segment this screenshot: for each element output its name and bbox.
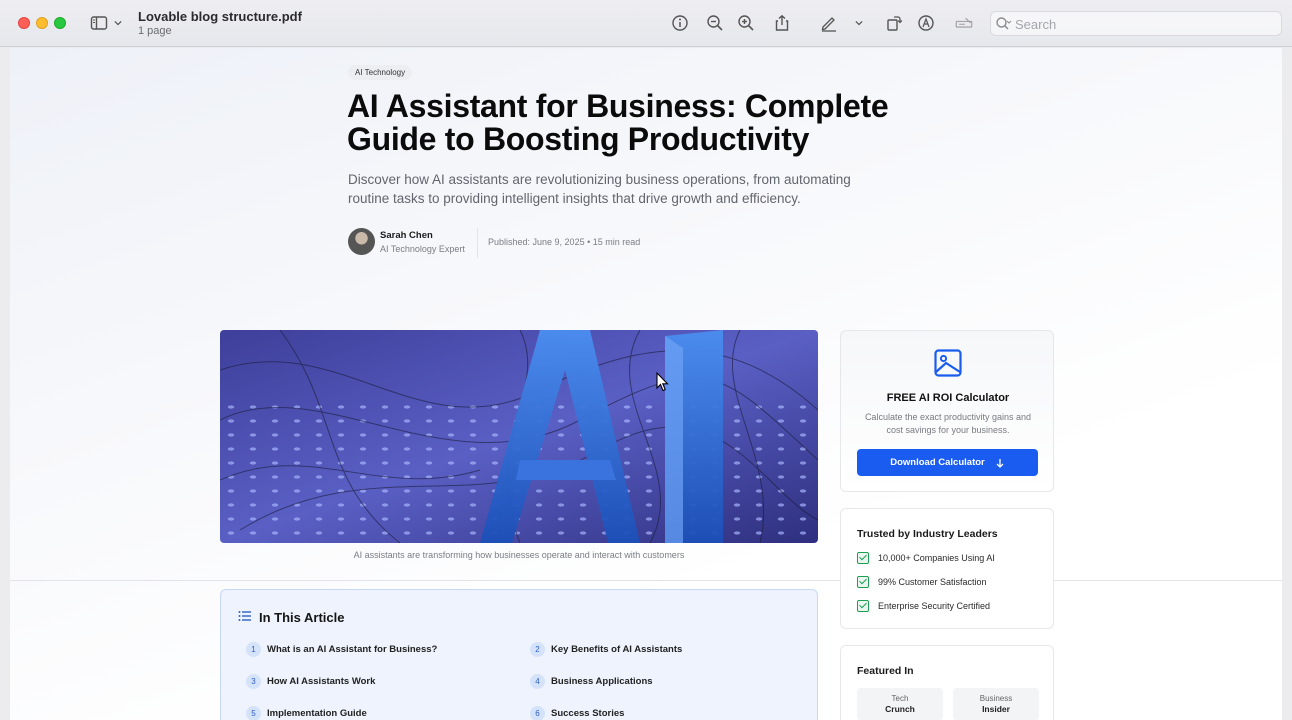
- toc-number: 1: [246, 641, 261, 657]
- check-icon: [857, 552, 869, 564]
- trust-item-label: 10,000+ Companies Using AI: [878, 553, 995, 563]
- press-logo-line2: Crunch: [885, 704, 915, 714]
- author-avatar: [348, 228, 375, 255]
- toc-number: 3: [246, 673, 261, 689]
- toc-item[interactable]: 6 Success Stories: [530, 705, 624, 720]
- toc-item-label: Key Benefits of AI Assistants: [551, 643, 683, 655]
- close-window-button[interactable]: [18, 17, 30, 29]
- hero-image: [220, 330, 818, 543]
- press-logo-line2: Insider: [982, 704, 1010, 714]
- chevron-down-icon[interactable]: [111, 12, 125, 34]
- toc-number: 4: [530, 673, 545, 689]
- trust-title: Trusted by Industry Leaders: [857, 528, 998, 540]
- sidebar-icon[interactable]: [88, 12, 110, 34]
- chevron-down-icon[interactable]: [852, 12, 866, 34]
- roi-calculator-card: FREE AI ROI Calculator Calculate the exa…: [840, 330, 1054, 492]
- toc-number: 5: [246, 705, 261, 720]
- page-divider: [10, 580, 1282, 581]
- featured-title: Featured In: [857, 665, 914, 677]
- zoom-out-icon[interactable]: [704, 12, 726, 34]
- trust-item-label: Enterprise Security Certified: [878, 601, 991, 611]
- toc-item[interactable]: 4 Business Applications: [530, 673, 653, 689]
- author-role: AI Technology Expert: [380, 244, 465, 254]
- toc-item-label: Success Stories: [551, 707, 625, 719]
- search-placeholder: Search: [1015, 17, 1057, 32]
- press-logo: Business Insider: [953, 688, 1039, 720]
- pdf-page: AI Technology AI Assistant for Business:…: [10, 48, 1282, 720]
- press-logo: Tech Crunch: [857, 688, 943, 720]
- minimize-window-button[interactable]: [36, 17, 48, 29]
- info-icon[interactable]: [669, 12, 691, 34]
- form-fill-icon[interactable]: [952, 12, 976, 34]
- featured-in-card: Featured In Tech Crunch Business Insider: [840, 645, 1054, 720]
- image-icon: [934, 349, 962, 377]
- arrow-down-icon: [996, 458, 1004, 468]
- search-icon: [996, 17, 1012, 30]
- press-logo-line1: Business: [979, 694, 1013, 703]
- meta-divider: [477, 228, 478, 258]
- table-of-contents: In This Article 1 What is an AI Assistan…: [220, 589, 818, 720]
- toc-item-label: Implementation Guide: [267, 707, 367, 719]
- roi-title: FREE AI ROI Calculator: [886, 392, 1010, 404]
- toc-title: In This Article: [259, 610, 345, 625]
- list-icon: [238, 611, 251, 621]
- toc-number: 6: [530, 705, 545, 720]
- roi-description: Calculate the exact productivity gains a…: [864, 412, 1032, 435]
- toc-item[interactable]: 1 What is an AI Assistant for Business?: [246, 641, 437, 657]
- document-title: Lovable blog structure.pdf: [138, 9, 302, 24]
- toc-item[interactable]: 2 Key Benefits of AI Assistants: [530, 641, 682, 657]
- annotate-icon[interactable]: [915, 12, 937, 34]
- markup-pen-icon[interactable]: [818, 12, 840, 34]
- mouse-cursor-icon: [656, 372, 669, 392]
- author-name: Sarah Chen: [380, 230, 433, 241]
- fullscreen-window-button[interactable]: [54, 17, 66, 29]
- toc-number: 2: [530, 641, 545, 657]
- share-icon[interactable]: [771, 12, 793, 34]
- article-description: Discover how AI assistants are revolutio…: [348, 172, 851, 206]
- toc-item[interactable]: 3 How AI Assistants Work: [246, 673, 375, 689]
- trust-item-label: 99% Customer Satisfaction: [878, 577, 987, 587]
- trust-item: 99% Customer Satisfaction: [857, 575, 987, 589]
- check-icon: [857, 600, 869, 612]
- trust-card: Trusted by Industry Leaders 10,000+ Comp…: [840, 508, 1054, 629]
- rotate-icon[interactable]: [883, 12, 905, 34]
- category-tag: AI Technology: [348, 65, 413, 80]
- publish-meta: Published: June 9, 2025 • 15 min read: [488, 237, 641, 247]
- press-logo-line1: Tech: [891, 694, 909, 703]
- trust-item: 10,000+ Companies Using AI: [857, 551, 995, 565]
- toc-item[interactable]: 5 Implementation Guide: [246, 705, 367, 720]
- download-calculator-label: Download Calculator: [890, 457, 985, 468]
- article-title: AI Assistant for Business: Complete Guid…: [347, 88, 889, 157]
- trust-item: Enterprise Security Certified: [857, 599, 990, 613]
- toc-item-label: How AI Assistants Work: [267, 675, 376, 687]
- search-field[interactable]: Search: [990, 11, 1282, 36]
- toc-item-label: Business Applications: [551, 675, 653, 687]
- check-icon: [857, 576, 869, 588]
- toc-item-label: What is an AI Assistant for Business?: [267, 643, 438, 655]
- download-calculator-button[interactable]: Download Calculator: [857, 449, 1038, 476]
- zoom-in-icon[interactable]: [735, 12, 757, 34]
- page-count: 1 page: [138, 25, 172, 37]
- image-caption: AI assistants are transforming how busin…: [353, 550, 685, 560]
- window-toolbar: Lovable blog structure.pdf 1 page Search: [0, 0, 1292, 47]
